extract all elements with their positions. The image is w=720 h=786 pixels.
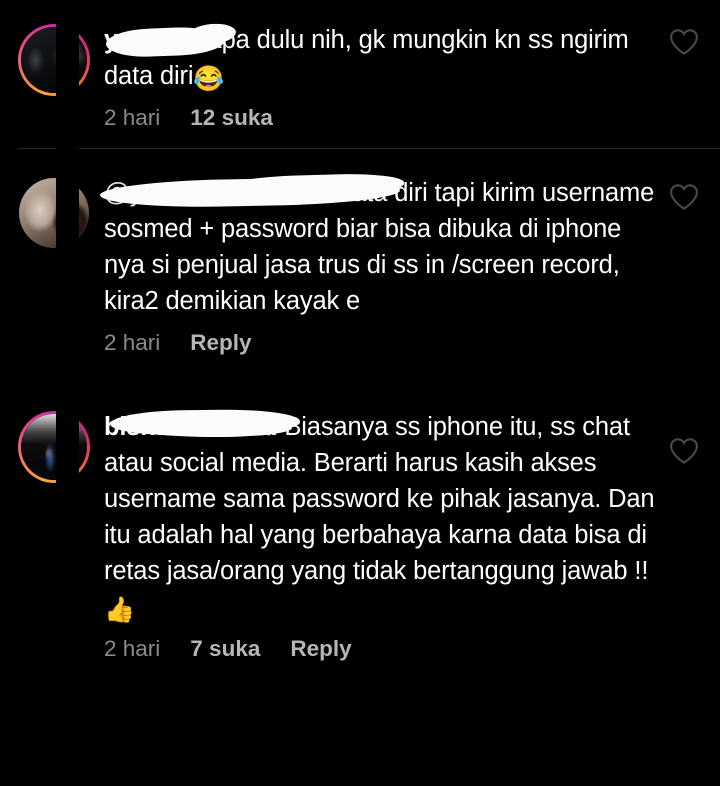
comment-mention[interactable]: @yovie_ — [104, 179, 203, 207]
avatar-image — [21, 414, 87, 480]
comment-body: bisnismillenial Biasanya ss iphone itu, … — [104, 408, 662, 663]
like-button[interactable] — [662, 409, 706, 465]
avatar[interactable] — [18, 411, 90, 483]
comment-message: ss apa dulu nih, gk mungkin kn ss ngirim… — [104, 26, 629, 90]
comment-meta: 2 hari 7 suka Reply — [104, 635, 656, 663]
comment-item: bisnismillenial Biasanya ss iphone itu, … — [0, 383, 720, 663]
like-button[interactable] — [662, 175, 706, 211]
avatar-photo — [19, 178, 89, 248]
comment-like-count[interactable]: 12 suka — [190, 104, 273, 132]
avatar-photo — [21, 414, 87, 480]
comment-text: @yovie_bukan kirim data diri tapi kirim … — [99, 172, 656, 319]
comment-text: bisnismillenial Biasanya ss iphone itu, … — [104, 408, 656, 625]
comment-meta: 2 hari 12 suka — [104, 104, 656, 132]
avatar[interactable] — [18, 24, 90, 96]
comment-text: yovie ss apa dulu nih, gk mungkin kn ss … — [104, 21, 656, 94]
avatar-photo — [21, 27, 87, 93]
avatar[interactable] — [18, 177, 90, 249]
comment-username[interactable]: bisnismillenial — [104, 413, 278, 441]
reply-button[interactable]: Reply — [190, 329, 251, 357]
comment-like-count[interactable]: 7 suka — [190, 635, 260, 663]
heart-outline-icon[interactable] — [669, 28, 699, 56]
comment-timestamp: 2 hari — [104, 636, 161, 661]
avatar-image — [21, 27, 87, 93]
comment-body: yovie ss apa dulu nih, gk mungkin kn ss … — [104, 21, 662, 132]
face-with-tears-of-joy-icon: 😂 — [193, 65, 225, 93]
comment-meta: 2 hari Reply — [104, 329, 656, 357]
comment-item: yovie ss apa dulu nih, gk mungkin kn ss … — [0, 0, 720, 132]
reply-button[interactable]: Reply — [290, 635, 351, 663]
comment-spacer — [0, 357, 720, 383]
avatar-image — [19, 178, 89, 248]
heart-outline-icon[interactable] — [669, 183, 699, 211]
heart-outline-icon[interactable] — [669, 437, 699, 465]
story-ring — [18, 177, 90, 249]
comments-screen: yovie ss apa dulu nih, gk mungkin kn ss … — [0, 0, 720, 786]
story-ring — [18, 24, 90, 96]
comment-timestamp: 2 hari — [104, 105, 161, 130]
like-button[interactable] — [662, 22, 706, 56]
comment-body: @yovie_bukan kirim data diri tapi kirim … — [99, 172, 662, 357]
comment-timestamp: 2 hari — [104, 330, 161, 355]
comment-username[interactable]: yovie — [104, 26, 169, 54]
comment-item: @yovie_bukan kirim data diri tapi kirim … — [0, 149, 720, 357]
thumbs-up-icon: 👍 — [104, 596, 135, 624]
story-ring — [18, 411, 90, 483]
